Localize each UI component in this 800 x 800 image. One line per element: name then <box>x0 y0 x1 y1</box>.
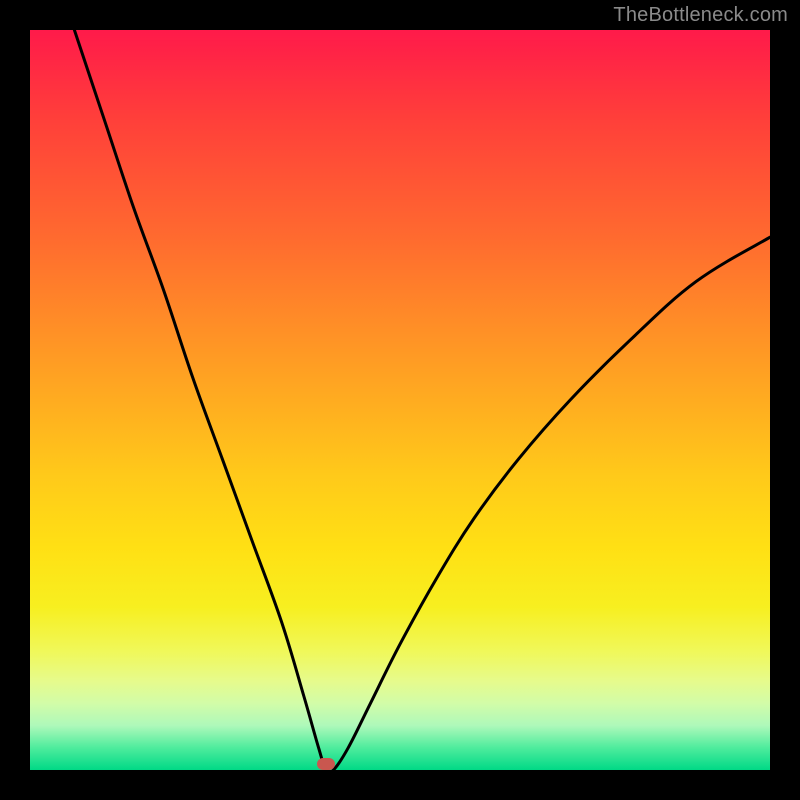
plot-area <box>30 30 770 770</box>
bottleneck-curve <box>30 30 770 770</box>
chart-stage: TheBottleneck.com <box>0 0 800 800</box>
watermark-text: TheBottleneck.com <box>613 4 788 27</box>
curve-path <box>74 30 770 770</box>
minimum-marker <box>317 758 335 770</box>
